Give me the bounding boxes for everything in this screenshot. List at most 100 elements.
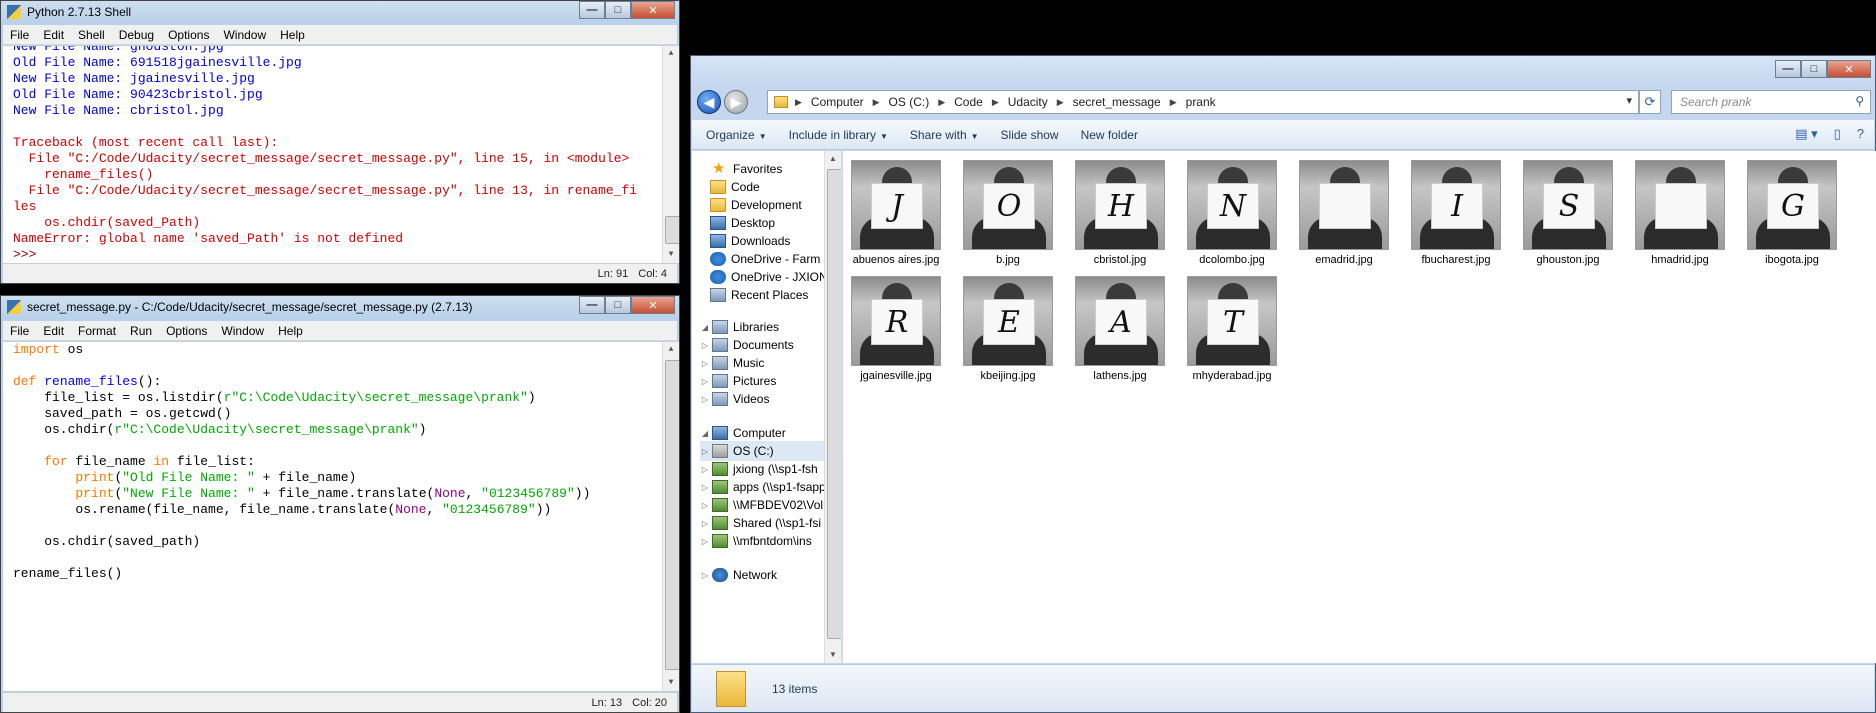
nav-item[interactable]: ★ Favorites bbox=[700, 159, 782, 179]
shell-titlebar[interactable]: Python 2.7.13 Shell — □ ✕ bbox=[1, 1, 679, 23]
expand-arrow-icon[interactable]: ▷ bbox=[700, 341, 710, 350]
forward-arrow-icon[interactable]: ▶ bbox=[724, 90, 748, 114]
menu-item-file[interactable]: File bbox=[3, 324, 36, 338]
nav-item[interactable]: ▷ \\mfbntdom\ins bbox=[700, 531, 812, 551]
file-thumbnail[interactable]: Jabuenos aires.jpg bbox=[849, 160, 943, 266]
nav-item[interactable]: ▷ OS (C:) bbox=[700, 441, 830, 461]
nav-item[interactable]: ▷ Videos bbox=[700, 389, 769, 409]
nav-item[interactable]: ◢ Libraries bbox=[700, 317, 779, 337]
file-thumbnail[interactable]: Alathens.jpg bbox=[1073, 276, 1167, 382]
breadcrumb-separator-icon[interactable]: ▶ bbox=[935, 97, 948, 108]
expand-arrow-icon[interactable]: ▷ bbox=[700, 501, 710, 510]
shell-output[interactable]: New File Name: ghouston.jpg Old File Name… bbox=[3, 46, 679, 263]
expand-arrow-icon[interactable]: ▷ bbox=[700, 519, 710, 528]
file-thumbnail[interactable]: Ob.jpg bbox=[961, 160, 1055, 266]
nav-item[interactable]: ▷ jxiong (\\sp1-fsh bbox=[700, 459, 818, 479]
address-dropdown-icon[interactable]: ▾ bbox=[1626, 94, 1632, 107]
expand-arrow-icon[interactable]: ▷ bbox=[700, 395, 710, 404]
minimize-button[interactable]: — bbox=[579, 296, 605, 314]
code-editor[interactable]: import os def rename_files(): file_list =… bbox=[3, 342, 679, 691]
address-bar[interactable]: ▶ Computer ▶ OS (C:) ▶ Code ▶ Udacity ▶ secret_me… bbox=[767, 90, 1639, 114]
expand-arrow-icon[interactable]: ▷ bbox=[700, 483, 710, 492]
nav-item[interactable]: ▷ Documents bbox=[700, 335, 794, 355]
help-icon[interactable]: ? bbox=[1857, 126, 1864, 142]
menu-item-debug[interactable]: Debug bbox=[112, 28, 161, 42]
nav-item[interactable]: ▷ Network bbox=[700, 565, 777, 585]
minimize-button[interactable]: — bbox=[579, 1, 605, 19]
scroll-thumb[interactable] bbox=[665, 216, 679, 244]
breadcrumb-item[interactable]: Code bbox=[948, 95, 989, 109]
breadcrumb-separator-icon[interactable]: ▶ bbox=[870, 97, 883, 108]
breadcrumb-separator-icon[interactable]: ▶ bbox=[1167, 97, 1180, 108]
menu-item-window[interactable]: Window bbox=[214, 324, 271, 338]
command-organize[interactable]: Organize ▼ bbox=[706, 128, 767, 142]
nav-item[interactable]: Code bbox=[710, 177, 760, 197]
file-thumbnail[interactable]: Sghouston.jpg bbox=[1521, 160, 1615, 266]
breadcrumb-item[interactable]: Udacity bbox=[1002, 95, 1054, 109]
nav-item[interactable]: Development bbox=[710, 195, 802, 215]
nav-item[interactable]: ▷ Pictures bbox=[700, 371, 776, 391]
nav-item[interactable]: Desktop bbox=[710, 213, 775, 233]
expand-arrow-icon[interactable]: ◢ bbox=[700, 429, 710, 438]
nav-item[interactable]: Recent Places bbox=[710, 285, 808, 305]
expand-arrow-icon[interactable]: ▷ bbox=[700, 359, 710, 368]
expand-arrow-icon[interactable]: ▷ bbox=[700, 537, 710, 546]
menu-item-help[interactable]: Help bbox=[271, 324, 310, 338]
menu-item-options[interactable]: Options bbox=[159, 324, 214, 338]
close-button[interactable]: ✕ bbox=[631, 1, 675, 19]
file-thumbnail[interactable]: Tmhyderabad.jpg bbox=[1185, 276, 1279, 382]
breadcrumb-item[interactable]: OS (C:) bbox=[883, 95, 936, 109]
scroll-down-icon[interactable]: ▼ bbox=[663, 247, 679, 263]
menu-item-edit[interactable]: Edit bbox=[36, 324, 71, 338]
file-thumbnail[interactable]: Rjgainesville.jpg bbox=[849, 276, 943, 382]
close-button[interactable]: ✕ bbox=[1827, 60, 1871, 78]
nav-item[interactable]: OneDrive - JXION bbox=[710, 267, 828, 287]
maximize-button[interactable]: □ bbox=[605, 1, 631, 19]
breadcrumb-separator-icon[interactable]: ▶ bbox=[1054, 97, 1067, 108]
file-thumbnail[interactable]: Ifbucharest.jpg bbox=[1409, 160, 1503, 266]
command-new-folder[interactable]: New folder bbox=[1081, 128, 1138, 142]
editor-titlebar[interactable]: secret_message.py - C:/Code/Udacity/secr… bbox=[1, 296, 679, 318]
menu-item-shell[interactable]: Shell bbox=[71, 28, 112, 42]
expand-arrow-icon[interactable]: ▷ bbox=[700, 447, 710, 456]
file-thumbnail[interactable]: Ekbeijing.jpg bbox=[961, 276, 1055, 382]
expand-arrow-icon[interactable]: ▷ bbox=[700, 377, 710, 386]
scroll-up-icon[interactable]: ▲ bbox=[663, 342, 679, 358]
file-thumbnail[interactable]: Gibogota.jpg bbox=[1745, 160, 1839, 266]
command-include-in-library[interactable]: Include in library ▼ bbox=[789, 128, 888, 142]
expand-arrow-icon[interactable]: ▷ bbox=[700, 465, 710, 474]
menu-item-run[interactable]: Run bbox=[123, 324, 159, 338]
explorer-titlebar[interactable]: — □ ✕ bbox=[691, 56, 1875, 86]
file-thumbnail[interactable]: Hcbristol.jpg bbox=[1073, 160, 1167, 266]
preview-pane-icon[interactable]: ▯ bbox=[1834, 126, 1841, 142]
breadcrumb-separator-icon[interactable]: ▶ bbox=[792, 97, 805, 108]
menu-item-edit[interactable]: Edit bbox=[36, 28, 71, 42]
minimize-button[interactable]: — bbox=[1775, 60, 1801, 78]
breadcrumb-item[interactable]: Computer bbox=[805, 95, 870, 109]
menu-item-window[interactable]: Window bbox=[216, 28, 273, 42]
breadcrumb-item[interactable]: secret_message bbox=[1067, 95, 1167, 109]
breadcrumb-item[interactable]: prank bbox=[1180, 95, 1222, 109]
change-view-icon[interactable]: ▤ ▾ bbox=[1795, 126, 1817, 142]
search-input[interactable]: Search prank ⚲ bbox=[1671, 90, 1871, 114]
shell-scrollbar[interactable]: ▲ ▼ bbox=[662, 46, 679, 263]
menu-item-options[interactable]: Options bbox=[161, 28, 216, 42]
nav-item[interactable]: ▷ \\MFBDEV02\Vol bbox=[700, 495, 823, 515]
nav-item[interactable]: OneDrive - Farm bbox=[710, 249, 820, 269]
expand-arrow-icon[interactable]: ◢ bbox=[700, 323, 710, 332]
file-thumbnail[interactable]: Ndcolombo.jpg bbox=[1185, 160, 1279, 266]
editor-scrollbar[interactable]: ▲ ▼ bbox=[662, 342, 679, 691]
back-arrow-icon[interactable]: ◀ bbox=[697, 90, 721, 114]
file-thumbnail[interactable]: hmadrid.jpg bbox=[1633, 160, 1727, 266]
nav-item[interactable]: ▷ apps (\\sp1-fsapp bbox=[700, 477, 826, 497]
menu-item-help[interactable]: Help bbox=[273, 28, 312, 42]
scroll-down-icon[interactable]: ▼ bbox=[663, 675, 679, 691]
close-button[interactable]: ✕ bbox=[631, 296, 675, 314]
nav-item[interactable]: ◢ Computer bbox=[700, 423, 786, 443]
scroll-up-icon[interactable]: ▲ bbox=[663, 46, 679, 62]
expand-arrow-icon[interactable]: ▷ bbox=[700, 571, 710, 580]
navigation-scrollbar[interactable]: ▲ ▼ bbox=[824, 151, 841, 663]
menu-item-format[interactable]: Format bbox=[71, 324, 123, 338]
nav-item[interactable]: Downloads bbox=[710, 231, 790, 251]
maximize-button[interactable]: □ bbox=[605, 296, 631, 314]
